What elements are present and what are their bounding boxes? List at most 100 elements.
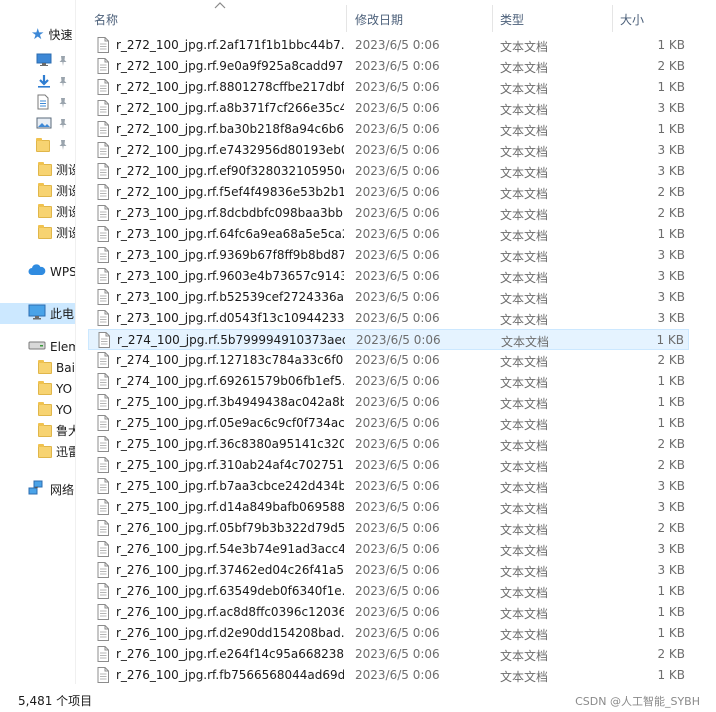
folder-icon [36,137,50,152]
file-row[interactable]: r_273_100_jpg.rf.b52539cef2724336a... 202… [88,287,689,308]
file-row[interactable]: r_275_100_jpg.rf.3b4949438ac042a8b... 202… [88,392,689,413]
file-date: 2023/6/5 0:06 [355,437,440,451]
nav-item[interactable]: 测设 [0,222,75,243]
nav-item[interactable] [0,51,75,72]
file-name: r_274_100_jpg.rf.5b799994910373aed... [117,333,345,347]
text-file-icon [97,625,109,641]
file-row[interactable]: r_276_100_jpg.rf.fb7566568044ad69d... 202… [88,665,689,686]
nav-item[interactable]: WPS [0,261,75,282]
text-file-icon [97,457,109,473]
file-name: r_275_100_jpg.rf.36c8380a95141c320... [116,437,344,451]
nav-item[interactable]: 测设 [0,201,75,222]
file-row[interactable]: r_272_100_jpg.rf.ba30b218f8a94c6b6... 202… [88,119,689,140]
item-count: 5,481 个项目 [18,694,93,708]
file-row[interactable]: r_276_100_jpg.rf.37462ed04c26f41a5... 202… [88,560,689,581]
text-file-icon [97,541,109,557]
file-name: r_275_100_jpg.rf.b7aa3cbce242d434b... [116,479,344,493]
nav-item[interactable]: 网络 [0,479,75,500]
file-row[interactable]: r_272_100_jpg.rf.9e0a9f925a8cadd97... 202… [88,56,689,77]
nav-item[interactable]: YO [0,399,75,420]
nav-item[interactable]: 测设 [0,180,75,201]
file-type: 文本文档 [500,124,549,138]
file-row[interactable]: r_276_100_jpg.rf.05bf79b3b322d79d5... 202… [88,518,689,539]
file-date: 2023/6/5 0:06 [355,395,440,409]
nav-item-label: Elem [50,339,75,354]
column-header-size[interactable]: 大小 [620,11,644,27]
download-icon [36,74,52,91]
file-type: 文本文档 [500,355,549,369]
file-type: 文本文档 [500,208,549,222]
nav-item-label: 测设 [56,226,75,240]
file-row[interactable]: r_272_100_jpg.rf.a8b371f7cf266e35c4... 20… [88,98,689,119]
file-size: 3 KB [657,290,685,304]
column-header-name[interactable]: 名称 [94,11,118,27]
file-row[interactable]: r_276_100_jpg.rf.54e3b74e91ad3acc4... 202… [88,539,689,560]
column-divider[interactable] [346,5,347,32]
nav-item-label: 测设 [56,163,75,177]
nav-item[interactable]: YO [0,378,75,399]
file-row[interactable]: r_273_100_jpg.rf.8dcbdbfc098baa3bb... 202… [88,203,689,224]
file-type: 文本文档 [500,103,549,117]
column-header-date[interactable]: 修改日期 [355,11,403,27]
file-row[interactable]: r_272_100_jpg.rf.e7432956d80193eb0... 202… [88,140,689,161]
file-name: r_273_100_jpg.rf.9369b67f8ff9b8bd87... [116,248,344,262]
file-row[interactable]: r_276_100_jpg.rf.63549deb0f6340f1e... 202… [88,581,689,602]
file-name: r_276_100_jpg.rf.d2e90dd154208bad... [116,626,344,640]
column-divider[interactable] [612,5,613,32]
file-size: 3 KB [657,248,685,262]
nav-item[interactable] [0,93,75,114]
text-file-icon [97,583,109,599]
file-name: r_275_100_jpg.rf.310ab24af4c702751... [116,458,344,472]
file-size: 3 KB [657,500,685,514]
file-size: 1 KB [656,333,684,347]
file-date: 2023/6/5 0:06 [355,584,440,598]
file-row[interactable]: r_274_100_jpg.rf.5b799994910373aed... 202… [88,329,689,350]
file-row[interactable]: r_275_100_jpg.rf.310ab24af4c702751... 202… [88,455,689,476]
file-row[interactable]: r_274_100_jpg.rf.127183c784a33c6f0... 202… [88,350,689,371]
file-type: 文本文档 [500,439,549,453]
pane-divider[interactable] [75,0,76,684]
file-row[interactable]: r_275_100_jpg.rf.b7aa3cbce242d434b... 202… [88,476,689,497]
file-name: r_272_100_jpg.rf.e7432956d80193eb0... [116,143,344,157]
file-row[interactable]: r_272_100_jpg.rf.ef90f328032105950e... 20… [88,161,689,182]
nav-item-label: 快速 [48,28,73,42]
file-row[interactable]: r_275_100_jpg.rf.05e9ac6c9cf0f734ac... 20… [88,413,689,434]
file-size: 3 KB [657,143,685,157]
nav-item[interactable] [0,114,75,135]
column-header-type[interactable]: 类型 [500,11,524,27]
file-row[interactable]: r_272_100_jpg.rf.f5ef4f49836e53b2b1... 20… [88,182,689,203]
file-row[interactable]: r_273_100_jpg.rf.9369b67f8ff9b8bd87... 20… [88,245,689,266]
nav-item[interactable]: 测设 [0,159,75,180]
column-divider[interactable] [492,5,493,32]
nav-item[interactable] [0,135,75,156]
navigation-pane: ★ 快速 测设 测设 测设 测设 WPS 此电 Elem Bai YO YO 鲁大 迅雷 网络 [0,0,75,684]
file-row[interactable]: r_273_100_jpg.rf.9603e4b73657c9143... 202… [88,266,689,287]
nav-item[interactable]: Bai [0,357,75,378]
file-row[interactable]: r_276_100_jpg.rf.e264f14c95a668238... 202… [88,644,689,665]
file-row[interactable]: r_273_100_jpg.rf.64fc6a9ea68a5e5ca2... 20… [88,224,689,245]
file-name: r_272_100_jpg.rf.a8b371f7cf266e35c4... [116,101,344,115]
nav-item-label: Bai [56,360,75,375]
file-row[interactable]: r_275_100_jpg.rf.d14a849bafb069588... 202… [88,497,689,518]
file-type: 文本文档 [500,292,549,306]
file-date: 2023/6/5 0:06 [355,269,440,283]
file-row[interactable]: r_275_100_jpg.rf.36c8380a95141c320... 202… [88,434,689,455]
file-row[interactable]: r_272_100_jpg.rf.2af171f1b1bbc44b7... 202… [88,35,689,56]
nav-item[interactable]: 鲁大 [0,420,75,441]
file-row[interactable]: r_276_100_jpg.rf.d2e90dd154208bad... 2023… [88,623,689,644]
file-row[interactable]: r_272_100_jpg.rf.8801278cffbe217dbf... 20… [88,77,689,98]
nav-item[interactable]: 此电 [0,303,75,324]
nav-item[interactable]: 迅雷 [0,441,75,462]
nav-item-label: 此电 [50,307,75,321]
file-type: 文本文档 [500,61,549,75]
file-row[interactable]: r_274_100_jpg.rf.69261579b06fb1ef5... 202… [88,371,689,392]
file-row[interactable]: r_273_100_jpg.rf.d0543f13c10944233... 202… [88,308,689,329]
file-row[interactable]: r_276_100_jpg.rf.ac8d8ffc0396c12036... 20… [88,602,689,623]
file-type: 文本文档 [500,418,549,432]
file-type: 文本文档 [500,460,549,474]
file-date: 2023/6/5 0:06 [355,38,440,52]
file-name: r_272_100_jpg.rf.2af171f1b1bbc44b7... [116,38,344,52]
nav-item[interactable] [0,72,75,93]
nav-item[interactable]: Elem [0,336,75,357]
nav-item[interactable]: ★ 快速 [0,24,75,45]
